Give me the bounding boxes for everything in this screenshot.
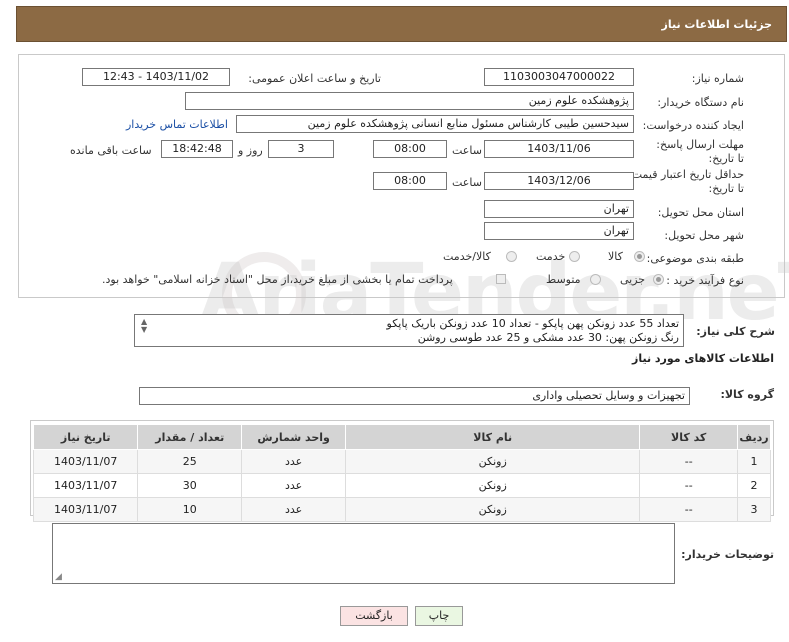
deadline-time-field: 08:00 [373, 140, 447, 158]
days-label: روز و [238, 144, 263, 157]
cell-code: -- [639, 449, 739, 474]
validity-time-label: ساعت [452, 176, 482, 189]
cell-date: 1403/11/07 [32, 473, 139, 498]
cell-date: 1403/11/07 [32, 497, 139, 522]
cell-qty: 10 [137, 497, 243, 522]
category-goods-radio[interactable] [634, 251, 645, 262]
category-both-label: کالا/خدمت [443, 250, 491, 263]
category-service-label: خدمت [536, 250, 566, 263]
category-service-radio[interactable] [569, 251, 580, 262]
cell-name: زونکن [345, 497, 641, 522]
process-partial-radio[interactable] [653, 274, 664, 285]
contact-buyer-link[interactable]: اطلاعات تماس خریدار [126, 118, 228, 131]
page-title: جزئیات اطلاعات نیاز [661, 18, 773, 31]
cell-unit: عدد [241, 473, 347, 498]
scroll-arrows-icon[interactable]: ▲ ▼ [141, 318, 147, 334]
process-medium-label: متوسط [546, 273, 581, 286]
province-label: استان محل تحویل: [657, 206, 744, 219]
print-button[interactable]: چاپ [415, 606, 463, 626]
process-label: نوع فرآیند خرید : [666, 274, 744, 287]
price-validity-label: حداقل تاریخ اعتبار قیمت: تا تاریخ: [628, 168, 744, 195]
table-row: 2 -- زونکن عدد 30 1403/11/07 [32, 473, 771, 498]
process-partial-label: جزیی [620, 273, 646, 286]
buyer-org-field: پژوهشکده علوم زمین [185, 92, 634, 110]
cell-name: زونکن [345, 449, 641, 474]
col-unit: واحد شمارش [241, 424, 347, 450]
col-date: تاریخ نیاز [32, 424, 139, 450]
back-button[interactable]: بازگشت [340, 606, 408, 626]
description-label: شرح کلی نیاز: [696, 325, 775, 338]
buyer-org-label: نام دستگاه خریدار: [657, 96, 744, 109]
col-row: ردیف [737, 424, 771, 450]
city-field: تهران [484, 222, 634, 240]
need-number-label: شماره نیاز: [691, 72, 744, 85]
cell-code: -- [639, 473, 739, 498]
cell-date: 1403/11/07 [32, 449, 139, 474]
treasury-payment-note: پرداخت تمام یا بخشی از مبلغ خرید،از محل … [102, 273, 453, 286]
remaining-time-field: 18:42:48 [161, 140, 233, 158]
goods-table: ردیف کد کالا نام کالا واحد شمارش تعداد /… [32, 424, 771, 522]
cell-qty: 25 [137, 449, 243, 474]
province-field: تهران [484, 200, 634, 218]
col-qty: تعداد / مقدار [137, 424, 243, 450]
cell-unit: عدد [241, 497, 347, 522]
price-validity-date-field: 1403/12/06 [484, 172, 634, 190]
treasury-payment-checkbox[interactable] [496, 274, 506, 284]
goods-group-field: تجهیزات و وسایل تحصیلی واداری [139, 387, 690, 405]
cell-unit: عدد [241, 449, 347, 474]
category-goods-label: کالا [608, 250, 623, 263]
requester-label: ایجاد کننده درخواست: [642, 119, 744, 132]
page-header: جزئیات اطلاعات نیاز [16, 6, 787, 42]
cell-row: 2 [737, 473, 771, 498]
process-medium-radio[interactable] [590, 274, 601, 285]
announce-field: 1403/11/02 - 12:43 [82, 68, 230, 86]
category-both-radio[interactable] [506, 251, 517, 262]
col-name: نام کالا [345, 424, 641, 450]
cell-code: -- [639, 497, 739, 522]
category-label: طبقه بندی موضوعی: [646, 252, 744, 265]
buyer-notes-textarea[interactable] [52, 523, 675, 584]
cell-qty: 30 [137, 473, 243, 498]
deadline-label: مهلت ارسال پاسخ: تا تاریخ: [656, 138, 744, 165]
price-validity-time-field: 08:00 [373, 172, 447, 190]
description-line-1: تعداد 55 عدد زونکن پهن پاپکو - تعداد 10 … [386, 317, 679, 330]
col-code: کد کالا [639, 424, 739, 450]
cell-row: 1 [737, 449, 771, 474]
remaining-time-label: ساعت باقی مانده [70, 144, 152, 157]
table-row: 1 -- زونکن عدد 25 1403/11/07 [32, 449, 771, 474]
cell-name: زونکن [345, 473, 641, 498]
city-label: شهر محل تحویل: [664, 229, 744, 242]
days-field: 3 [268, 140, 334, 158]
requester-field: سیدحسین طیبی کارشناس مسئول منابع انسانی … [236, 115, 634, 133]
resize-handle-icon[interactable]: ◢ [55, 572, 62, 582]
announce-label: تاریخ و ساعت اعلان عمومی: [248, 72, 381, 85]
description-line-2: رنگ زونکن پهن: 30 عدد مشکی و 25 عدد طوسی… [417, 331, 679, 344]
table-row: 3 -- زونکن عدد 10 1403/11/07 [32, 497, 771, 522]
buyer-notes-label: توضیحات خریدار: [681, 548, 774, 561]
goods-group-label: گروه کالا: [720, 388, 774, 401]
deadline-time-label: ساعت [452, 144, 482, 157]
need-number-field: 1103003047000022 [484, 68, 634, 86]
description-textarea[interactable]: تعداد 55 عدد زونکن پهن پاپکو - تعداد 10 … [134, 314, 684, 347]
goods-section-title: اطلاعات کالاهای مورد نیاز [632, 352, 774, 365]
cell-row: 3 [737, 497, 771, 522]
deadline-date-field: 1403/11/06 [484, 140, 634, 158]
